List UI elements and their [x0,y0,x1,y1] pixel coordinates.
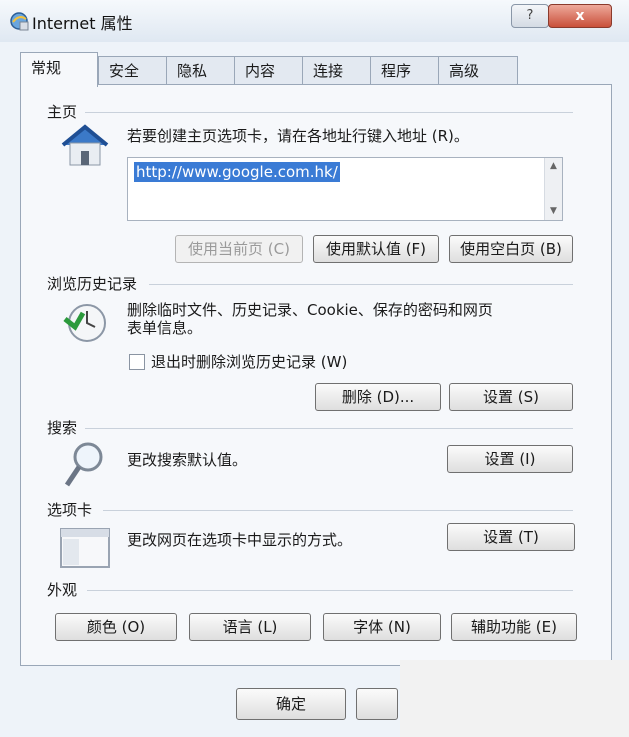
title-bar: Internet 属性 ? x [0,0,629,42]
general-tab-panel: 主页 若要创建主页选项卡，请在各地址行键入地址 (R)。 http://www.… [20,84,612,666]
delete-on-exit-checkbox[interactable] [129,354,145,370]
tabs-description: 更改网页在选项卡中显示的方式。 [127,531,353,549]
search-description: 更改搜索默认值。 [127,451,248,469]
use-current-button[interactable]: 使用当前页 (C) [175,235,303,263]
tab-advanced[interactable]: 高级 [438,56,518,85]
home-section-label: 主页 [47,103,78,121]
window-title: Internet 属性 [32,14,133,33]
home-divider [85,112,573,113]
url-field-scrollbar[interactable]: ▲ ▼ [544,158,562,220]
close-button[interactable]: x [548,4,612,28]
use-default-button[interactable]: 使用默认值 (F) [313,235,439,263]
languages-button[interactable]: 语言 (L) [189,613,311,641]
appearance-section-label: 外观 [47,581,78,599]
internet-options-icon [10,12,29,31]
appearance-divider [87,590,573,591]
history-description-line2: 表单信息。 [127,319,203,337]
obscured-region [400,660,629,737]
cancel-button[interactable] [356,688,398,720]
home-page-url-text: http://www.google.com.hk/ [134,162,340,182]
tabs-divider [103,510,573,511]
ok-button[interactable]: 确定 [236,688,346,720]
search-section-label: 搜索 [47,419,78,437]
history-settings-button[interactable]: 设置 (S) [449,383,573,411]
history-clock-icon [63,304,106,342]
tab-security[interactable]: 安全 [98,56,168,85]
tab-general[interactable]: 常规 [20,52,98,87]
tab-connections[interactable]: 连接 [302,56,372,85]
delete-history-button[interactable]: 删除 (D)... [315,383,441,411]
tab-strip: 常规 安全 隐私 内容 连接 程序 高级 [20,52,620,87]
search-magnifier-icon [64,442,103,487]
tab-privacy[interactable]: 隐私 [166,56,236,85]
tabs-window-icon [60,528,110,568]
tabs-section-label: 选项卡 [47,501,93,519]
tab-programs[interactable]: 程序 [370,56,440,85]
home-page-url-field[interactable]: http://www.google.com.hk/ ▲ ▼ [127,157,563,221]
colors-button[interactable]: 颜色 (O) [55,613,177,641]
fonts-button[interactable]: 字体 (N) [323,613,441,641]
home-description: 若要创建主页选项卡，请在各地址行键入地址 (R)。 [127,127,469,145]
tabs-settings-button[interactable]: 设置 (T) [447,523,575,551]
delete-on-exit-label: 退出时删除浏览历史记录 (W) [151,353,348,371]
search-settings-button[interactable]: 设置 (I) [447,445,573,473]
use-blank-button[interactable]: 使用空白页 (B) [449,235,573,263]
scroll-down-arrow-icon[interactable]: ▼ [545,203,562,220]
home-icon [61,124,109,166]
scroll-up-arrow-icon[interactable]: ▲ [545,158,562,175]
history-divider [149,284,573,285]
accessibility-button[interactable]: 辅助功能 (E) [451,613,577,641]
history-section-label: 浏览历史记录 [47,275,138,293]
tab-content[interactable]: 内容 [234,56,304,85]
search-divider [85,428,573,429]
help-button[interactable]: ? [511,4,549,28]
